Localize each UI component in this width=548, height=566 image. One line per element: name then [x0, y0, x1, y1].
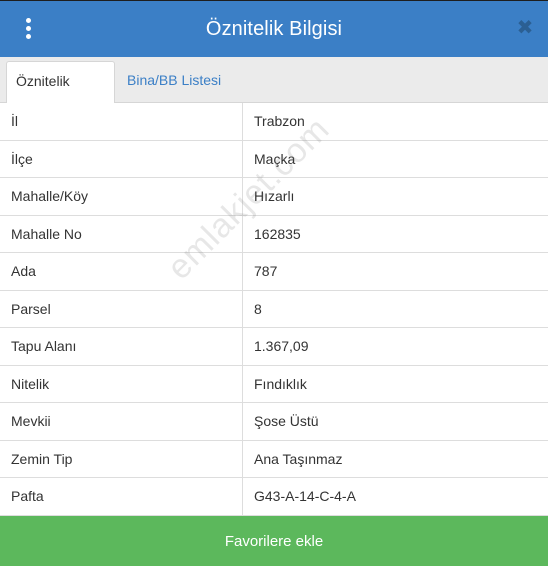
tab-bar: Öznitelik Bilgisi Bina/BB Listesi — [0, 57, 548, 127]
attribute-value: Ana Taşınmaz — [254, 450, 343, 467]
add-to-favorites-button[interactable]: Favorilere ekle — [0, 516, 548, 566]
attribute-key: Parsel — [0, 290, 243, 327]
attribute-key: Mevkii — [0, 403, 243, 440]
attribute-value: G43-A-14-C-4-A — [254, 488, 356, 504]
table-row: Mahalle No 162835 — [0, 215, 548, 253]
attribute-value: Maçka — [254, 150, 296, 167]
table-row: İlçe Maçka — [0, 140, 548, 178]
attribute-value: Trabzon — [254, 113, 305, 129]
attribute-value: 162835 — [254, 225, 301, 242]
table-row: Nitelik Fındıklık — [0, 365, 548, 403]
table-row: Mahalle/Köy Hızarlı — [0, 178, 548, 216]
attribute-table: İl Trabzon İlçe Maçka Mahalle/Köy Hızarl… — [0, 103, 548, 516]
attribute-value: Hızarlı — [254, 188, 295, 204]
tab-bina-bb-listesi[interactable]: Bina/BB Listesi — [118, 61, 230, 104]
attribute-key: Nitelik — [0, 365, 243, 402]
table-row: Mevkii Şose Üstü — [0, 403, 548, 441]
attribute-key: İl — [0, 103, 243, 140]
attribute-key: Pafta — [0, 478, 243, 515]
table-row: Ada 787 — [0, 253, 548, 291]
attribute-key: Tapu Alanı — [0, 328, 243, 365]
close-icon[interactable]: ✖ — [514, 15, 536, 41]
attribute-key: Mahalle No — [0, 215, 243, 252]
attribute-value: 8 — [254, 300, 262, 317]
vertical-dots-icon[interactable] — [16, 15, 40, 41]
table-row: Parsel 8 — [0, 290, 548, 328]
attribute-key: İlçe — [0, 140, 243, 177]
attribute-key: Ada — [0, 253, 243, 290]
attribute-key: Zemin Tip — [0, 440, 243, 477]
tab-oznitelik-bilgisi[interactable]: Öznitelik Bilgisi — [6, 61, 115, 127]
table-row: Tapu Alanı 1.367,09 — [0, 328, 548, 366]
attribute-key: Mahalle/Köy — [0, 178, 243, 215]
attribute-value: 1.367,09 — [254, 338, 309, 354]
table-row: İl Trabzon — [0, 103, 548, 141]
attribute-value: Fındıklık — [254, 375, 307, 392]
table-row: Pafta G43-A-14-C-4-A — [0, 478, 548, 516]
dialog-header: Öznitelik Bilgisi ✖ — [0, 1, 548, 57]
table-row: Zemin Tip Ana Taşınmaz — [0, 440, 548, 478]
attribute-value: Şose Üstü — [254, 413, 319, 429]
dialog-title: Öznitelik Bilgisi — [205, 17, 343, 40]
attribute-value: 787 — [254, 263, 278, 279]
